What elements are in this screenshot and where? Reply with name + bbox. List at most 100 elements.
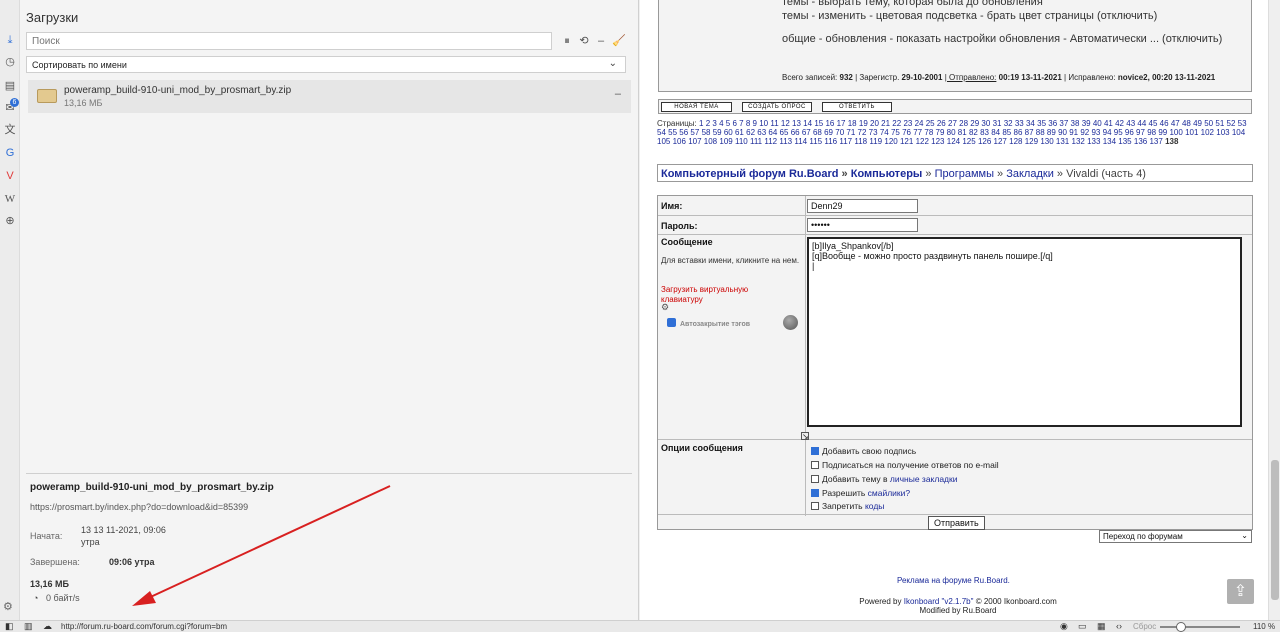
page-link[interactable]: 114 [794, 137, 807, 146]
vivaldi-icon[interactable]: V [3, 169, 17, 183]
sync-cloud-icon[interactable]: ☁ [43, 621, 52, 632]
page-link[interactable]: 3 [712, 119, 716, 128]
page-link[interactable]: 66 [791, 128, 800, 137]
option-subscribe[interactable]: Подписаться на получение ответов по e-ma… [811, 460, 999, 470]
page-link[interactable]: 31 [993, 119, 1002, 128]
page-link[interactable]: 129 [1025, 137, 1038, 146]
page-link[interactable]: 117 [839, 137, 852, 146]
page-link[interactable]: 15 [814, 119, 823, 128]
checkbox[interactable] [811, 489, 819, 497]
page-link[interactable]: 125 [962, 137, 975, 146]
page-link[interactable]: 120 [884, 137, 897, 146]
page-link[interactable]: 60 [724, 128, 733, 137]
page-link[interactable]: 112 [764, 137, 777, 146]
notes-icon[interactable]: ▤ [3, 79, 17, 93]
smiley-orb-icon[interactable] [783, 315, 798, 330]
page-link[interactable]: 100 [1169, 128, 1182, 137]
tile-icon[interactable]: ▥ [24, 621, 33, 632]
settings-icon[interactable]: ⚙ [3, 600, 13, 613]
page-link[interactable]: 133 [1087, 137, 1100, 146]
checkbox[interactable] [811, 447, 819, 455]
page-link[interactable]: 25 [926, 119, 935, 128]
page-link[interactable]: 115 [809, 137, 822, 146]
page-link[interactable]: 23 [903, 119, 912, 128]
page-link[interactable]: 68 [813, 128, 822, 137]
page-link[interactable]: 77 [913, 128, 922, 137]
page-scrollbar[interactable] [1268, 0, 1280, 620]
option-smilies[interactable]: Разрешить смайлики? [811, 488, 910, 498]
page-link[interactable]: 104 [1232, 128, 1245, 137]
page-link[interactable]: 85 [1002, 128, 1011, 137]
page-link[interactable]: 33 [1015, 119, 1024, 128]
page-link[interactable]: 111 [750, 137, 762, 146]
page-link[interactable]: 105 [657, 137, 670, 146]
page-link[interactable]: 36 [1048, 119, 1057, 128]
page-link[interactable]: 96 [1125, 128, 1134, 137]
page-link[interactable]: 109 [719, 137, 732, 146]
page-link[interactable]: 64 [768, 128, 777, 137]
sent-label[interactable]: | Отправлено: [945, 73, 997, 82]
page-link[interactable]: 12 [781, 119, 790, 128]
code-icon[interactable]: ‹› [1116, 621, 1122, 631]
panel-toggle-icon[interactable]: ◧ [5, 621, 14, 632]
page-link[interactable]: 127 [994, 137, 1007, 146]
page-link[interactable]: 65 [780, 128, 789, 137]
page-link[interactable]: 17 [837, 119, 846, 128]
page-link[interactable]: 11 [770, 119, 778, 128]
page-link[interactable]: 30 [981, 119, 990, 128]
new-poll-button[interactable]: СОЗДАТЬ ОПРОС [742, 102, 812, 112]
ads-link[interactable]: Реклама на форуме Ru.Board. [897, 576, 1010, 585]
page-link[interactable]: 61 [735, 128, 744, 137]
page-link[interactable]: 59 [713, 128, 722, 137]
page-link[interactable]: 136 [1134, 137, 1147, 146]
page-link[interactable]: 90 [1058, 128, 1067, 137]
page-link[interactable]: 131 [1056, 137, 1069, 146]
pause-icon[interactable]: ⏸ [560, 33, 574, 49]
page-link[interactable]: 128 [1009, 137, 1022, 146]
sort-select[interactable]: Сортировать по имени ⌄ [26, 56, 626, 73]
breadcrumb-sub2[interactable]: Закладки [1006, 168, 1054, 180]
page-link[interactable]: 95 [1114, 128, 1123, 137]
keyboard-icon[interactable]: ⚙ [661, 302, 669, 313]
page-link[interactable]: 86 [1014, 128, 1023, 137]
page-link[interactable]: 22 [892, 119, 901, 128]
new-topic-button[interactable]: НОВАЯ ТЕМА [661, 102, 732, 112]
page-link[interactable]: 91 [1069, 128, 1078, 137]
zoom-slider[interactable] [1160, 626, 1240, 628]
page-link[interactable]: 26 [937, 119, 946, 128]
search-input[interactable] [26, 32, 552, 50]
page-link[interactable]: 89 [1047, 128, 1056, 137]
scroll-top-button[interactable]: ⇪ [1227, 579, 1254, 604]
clear-icon[interactable]: 🧹 [612, 33, 626, 49]
page-link[interactable]: 40 [1093, 119, 1102, 128]
page-link[interactable]: 82 [969, 128, 978, 137]
message-textarea[interactable]: [b]Ilya_Shpankov[/b] [q]Вообще - можно п… [807, 237, 1242, 427]
page-link[interactable]: 54 [657, 128, 666, 137]
reply-button[interactable]: ОТВЕТИТЬ [822, 102, 892, 112]
page-link[interactable]: 69 [824, 128, 833, 137]
page-link[interactable]: 73 [869, 128, 878, 137]
page-link[interactable]: 49 [1193, 119, 1202, 128]
page-link[interactable]: 29 [970, 119, 979, 128]
page-link[interactable]: 47 [1171, 119, 1180, 128]
page-link[interactable]: 98 [1147, 128, 1156, 137]
smilies-link[interactable]: смайлики? [868, 488, 910, 498]
send-button[interactable]: Отправить [928, 516, 985, 530]
page-link[interactable]: 4 [719, 119, 723, 128]
page-link[interactable]: 8 [746, 119, 750, 128]
page-link[interactable]: 35 [1037, 119, 1046, 128]
page-link[interactable]: 41 [1104, 119, 1113, 128]
page-link[interactable]: 2 [706, 119, 710, 128]
page-link[interactable]: 5 [726, 119, 730, 128]
option-bookmark[interactable]: Добавить тему в личные закладки [811, 474, 958, 484]
page-link[interactable]: 93 [1091, 128, 1100, 137]
codes-link[interactable]: коды [865, 501, 884, 511]
page-link[interactable]: 102 [1201, 128, 1214, 137]
page-link[interactable]: 28 [959, 119, 968, 128]
camera-icon[interactable]: ◉ [1060, 621, 1068, 632]
page-link[interactable]: 83 [980, 128, 989, 137]
resize-handle-icon[interactable]: ↘ [801, 432, 809, 441]
forum-jump-select[interactable]: Переход по форумам ⌄ [1099, 530, 1252, 543]
page-link[interactable]: 130 [1040, 137, 1053, 146]
page-link[interactable]: 38 [1071, 119, 1080, 128]
